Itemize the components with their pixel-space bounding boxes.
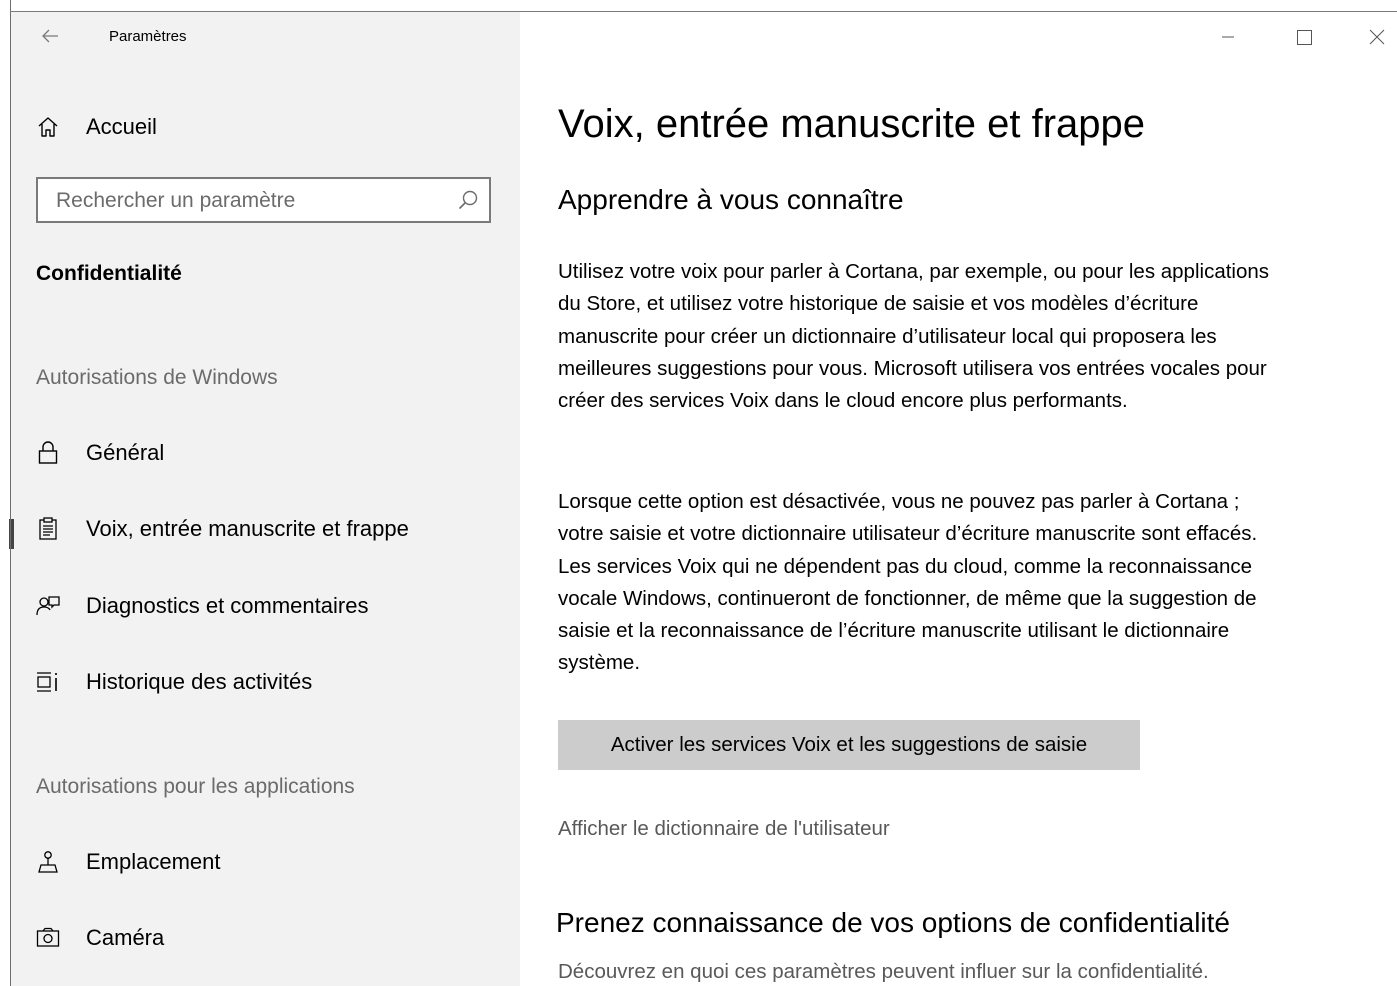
sidebar-item-activity-label: Historique des activités — [86, 669, 313, 694]
window-border-top — [10, 11, 1397, 12]
sidebar-item-home-label: Accueil — [86, 114, 157, 139]
search-input[interactable]: Rechercher un paramètre — [36, 177, 491, 223]
page-title: Voix, entrée manuscrite et frappe — [558, 102, 1145, 146]
user-dictionary-link[interactable]: Afficher le dictionnaire de l'utilisateu… — [558, 817, 890, 841]
camera-icon — [35, 925, 61, 951]
sidebar-item-camera-label: Caméra — [86, 925, 165, 950]
sidebar-item-speech[interactable]: Voix, entrée manuscrite et frappe — [9, 509, 520, 549]
sidebar-item-speech-label: Voix, entrée manuscrite et frappe — [86, 516, 409, 541]
window-border — [10, 0, 11, 986]
sidebar-item-home[interactable]: Accueil — [11, 107, 520, 147]
sidebar-item-camera[interactable]: Caméra — [11, 918, 520, 958]
search-placeholder: Rechercher un paramètre — [56, 189, 296, 212]
enable-speech-button[interactable]: Activer les services Voix et les suggest… — [558, 720, 1140, 770]
app-title: Paramètres — [109, 28, 187, 45]
privacy-section-title: Prenez connaissance de vos options de co… — [556, 907, 1230, 938]
section-title: Apprendre à vous connaître — [558, 184, 904, 215]
group-label-apps: Autorisations pour les applications — [36, 775, 355, 798]
sidebar-item-location-label: Emplacement — [86, 849, 221, 874]
search-icon[interactable] — [457, 189, 479, 211]
sidebar-item-diagnostics-label: Diagnostics et commentaires — [86, 593, 369, 618]
clipboard-icon — [35, 516, 61, 542]
settings-window: Paramètres Accueil Rechercher un paramèt… — [0, 0, 1397, 986]
sidebar-item-general-label: Général — [86, 440, 165, 465]
home-icon — [35, 114, 61, 140]
category-heading: Confidentialité — [36, 262, 182, 285]
description-paragraph-2: Lorsque cette option est désactivée, vou… — [558, 490, 1258, 675]
sidebar-item-general[interactable]: Général — [11, 433, 520, 473]
description-paragraph-1: Utilisez votre voix pour parler à Cortan… — [558, 260, 1270, 413]
main-content: Voix, entrée manuscrite et frappe Appren… — [520, 12, 1397, 986]
timeline-icon — [35, 669, 61, 695]
sidebar-item-activity[interactable]: Historique des activités — [11, 662, 520, 702]
sidebar: Paramètres Accueil Rechercher un paramèt… — [9, 12, 520, 986]
feedback-icon — [35, 593, 61, 619]
sidebar-item-diagnostics[interactable]: Diagnostics et commentaires — [11, 586, 520, 626]
location-icon — [35, 849, 61, 875]
back-arrow-icon[interactable] — [40, 26, 60, 46]
group-label-windows: Autorisations de Windows — [36, 366, 278, 389]
sidebar-item-location[interactable]: Emplacement — [11, 842, 520, 882]
lock-icon — [35, 440, 61, 466]
privacy-description: Découvrez en quoi ces paramètres peuvent… — [558, 960, 1209, 983]
